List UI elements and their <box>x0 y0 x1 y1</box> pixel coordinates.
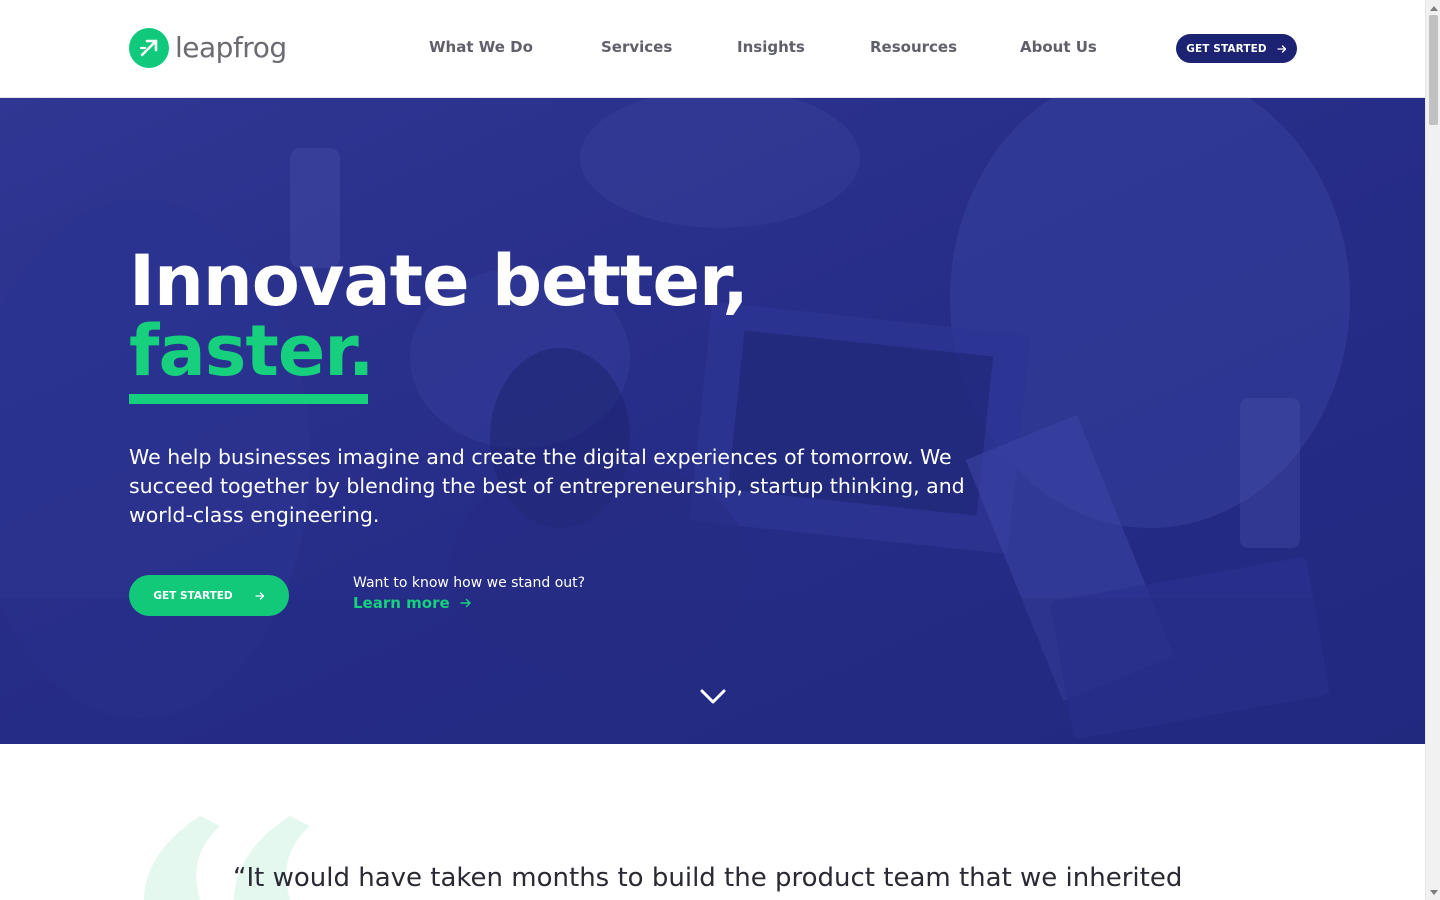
arrow-right-icon <box>459 598 471 608</box>
nav-item-what-we-do[interactable]: What We Do <box>429 38 533 56</box>
chevron-down-icon[interactable] <box>700 688 726 706</box>
hero-section: Innovate better, faster. We help busines… <box>0 98 1425 744</box>
hero-get-started-label: GET STARTED <box>153 589 233 602</box>
hero-title-accent: faster. <box>129 310 374 392</box>
learn-more-link[interactable]: Learn more <box>353 594 472 612</box>
hero-background-photo <box>0 98 1425 744</box>
header-get-started-button[interactable]: GET STARTED <box>1176 34 1297 63</box>
testimonial-quote: “It would have taken months to build the… <box>233 863 1183 893</box>
learn-more-label: Learn more <box>353 594 450 612</box>
scroll-up-arrow-icon[interactable] <box>1426 0 1440 15</box>
nav-item-about-us[interactable]: About Us <box>1020 38 1097 56</box>
standout-question: Want to know how we stand out? <box>353 575 586 591</box>
arrow-right-icon <box>1277 44 1286 53</box>
nav-item-services[interactable]: Services <box>601 38 672 56</box>
logo-wordmark: leapfrog <box>175 31 287 64</box>
leapfrog-logo[interactable]: leapfrog <box>129 27 287 69</box>
leapfrog-logo-icon <box>129 28 169 68</box>
nav-item-insights[interactable]: Insights <box>737 38 805 56</box>
site-header: leapfrog What We Do Services Insights Re… <box>0 0 1425 98</box>
hero-get-started-button[interactable]: GET STARTED <box>129 575 289 616</box>
hero-description: We help businesses imagine and create th… <box>129 445 965 527</box>
arrow-right-icon <box>255 591 264 600</box>
page-scrollbar[interactable] <box>1425 0 1440 900</box>
header-get-started-label: GET STARTED <box>1186 42 1267 55</box>
scrollbar-thumb[interactable] <box>1429 15 1438 125</box>
scroll-down-arrow-icon[interactable] <box>1426 885 1440 900</box>
hero-title-underline <box>129 394 368 404</box>
nav-item-resources[interactable]: Resources <box>870 38 957 56</box>
hero-title: Innovate better, <box>129 240 749 322</box>
